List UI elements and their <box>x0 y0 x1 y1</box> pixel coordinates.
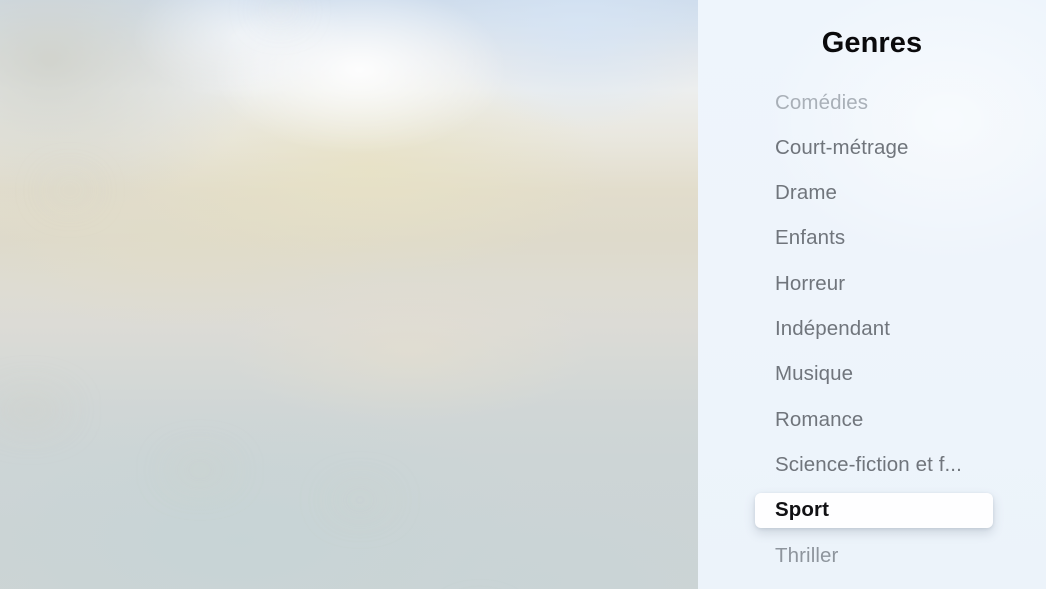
genre-list-item-label: Indépendant <box>775 317 891 340</box>
genre-list-item[interactable]: Comédies <box>755 85 993 120</box>
genre-list[interactable]: Comédies Court-métrage Drame Enfants Horreur… <box>698 84 1046 589</box>
genre-list-item[interactable]: Science-fiction et f... <box>755 447 993 482</box>
backdrop-blur-texture <box>0 0 700 589</box>
genre-list-item[interactable]: Musique <box>755 357 993 392</box>
genre-list-item[interactable]: Indépendant <box>755 312 993 347</box>
genre-list-item[interactable]: Thriller <box>755 538 993 573</box>
genre-list-item[interactable] <box>755 583 993 589</box>
genre-picker-screen: Genres Comédies Court-métrage Drame Enfants… <box>0 0 1046 589</box>
genre-list-item[interactable]: Sport <box>755 492 993 528</box>
genre-list-item-label: Enfants <box>775 226 846 250</box>
genre-list-item-label: Comédies <box>775 90 869 114</box>
genre-list-item-label: Science-fiction et f... <box>775 452 962 476</box>
genre-list-item[interactable]: Enfants <box>755 221 993 256</box>
genres-panel: Genres Comédies Court-métrage Drame Enfants… <box>698 0 1046 589</box>
page-title: Genres <box>821 27 923 59</box>
genre-list-item-label: Sport <box>775 498 830 522</box>
genre-list-item-label: Horreur <box>775 271 846 295</box>
genre-list-item-label: Thriller <box>775 543 839 567</box>
blurred-backdrop-image <box>0 0 700 589</box>
genre-list-item-label: Drame <box>775 181 838 205</box>
genre-list-item[interactable]: Horreur <box>755 266 993 301</box>
genre-list-item[interactable]: Romance <box>755 402 993 437</box>
genre-list-item-label: Romance <box>775 407 864 431</box>
genre-list-item[interactable]: Court-métrage <box>755 130 993 165</box>
genre-list-item-label: Musique <box>775 362 854 386</box>
genre-list-item[interactable]: Drame <box>755 176 993 211</box>
genre-list-item-label: Court-métrage <box>775 135 909 159</box>
